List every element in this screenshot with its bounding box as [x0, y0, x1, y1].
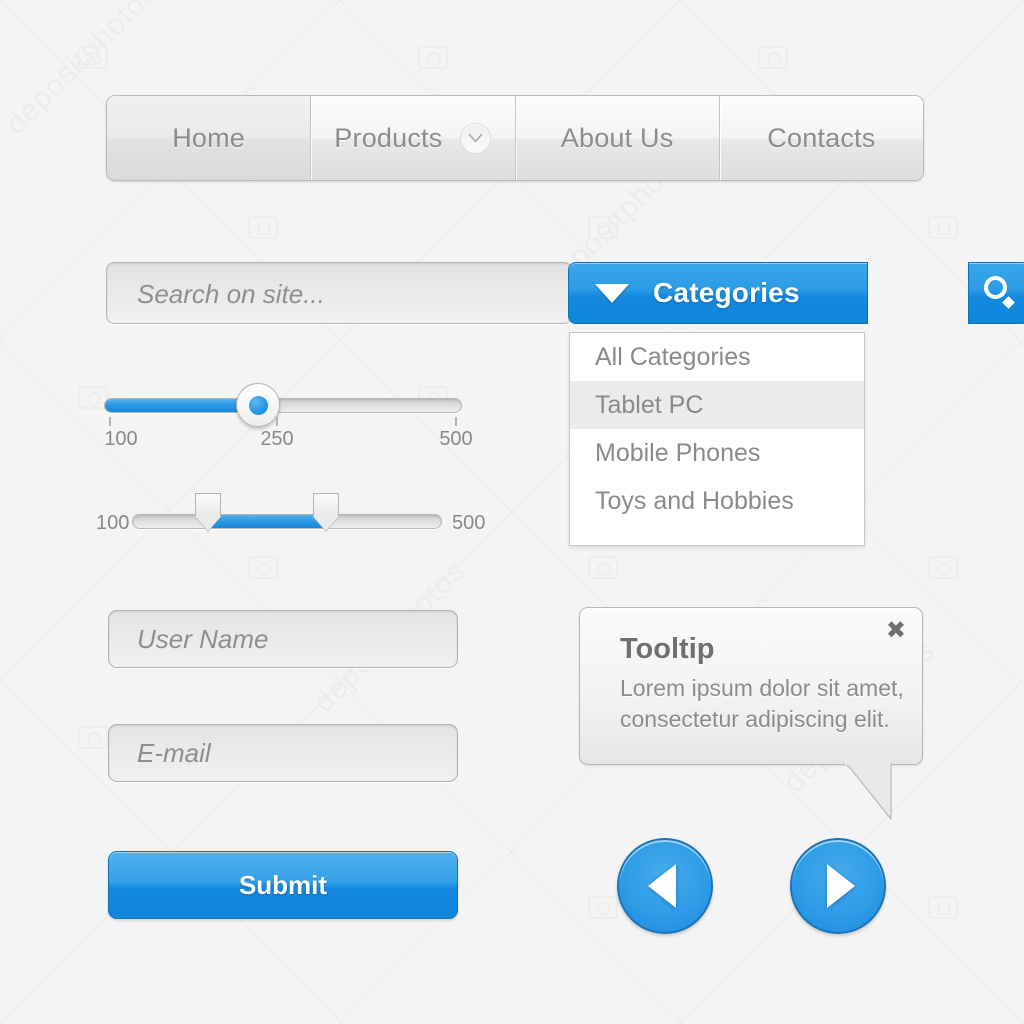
username-input[interactable] [109, 611, 457, 667]
dropdown-item-all-categories[interactable]: All Categories [570, 333, 864, 381]
range-slider-handle-high[interactable] [313, 493, 339, 531]
email-field-container[interactable] [108, 724, 458, 782]
range-slider-track[interactable] [132, 493, 442, 531]
tooltip-title: Tooltip [620, 633, 715, 665]
main-navigation-bar: Home Products About Us Contacts [106, 95, 924, 181]
submit-button[interactable]: Submit [108, 851, 458, 919]
dropdown-item-label: All Categories [595, 342, 751, 371]
search-bar: Categories [106, 262, 1024, 325]
email-input[interactable] [109, 725, 457, 781]
slider-label-mid: 250 [260, 428, 294, 450]
slider-handle-dot [248, 395, 268, 415]
dropdown-item-tablet-pc[interactable]: Tablet PC [570, 381, 864, 429]
range-slider-fill [207, 515, 325, 528]
slider-tick [276, 417, 278, 426]
categories-dropdown-button[interactable]: Categories [568, 262, 868, 324]
close-icon[interactable]: ✖ [886, 618, 906, 642]
slider-tick-labels: 100 250 500 [104, 428, 472, 454]
search-input-container[interactable] [106, 262, 572, 325]
tooltip-tail [844, 759, 892, 820]
slider-tick [109, 417, 111, 426]
dropdown-item-mobile-phones[interactable]: Mobile Phones [570, 429, 864, 477]
arrow-right-icon [827, 864, 855, 908]
categories-label: Categories [653, 277, 800, 308]
slider-label-min: 100 [104, 428, 138, 450]
dropdown-item-toys-and-hobbies[interactable]: Toys and Hobbies [570, 477, 864, 525]
nav-item-products[interactable]: Products [310, 96, 515, 180]
nav-item-home[interactable]: Home [107, 96, 311, 180]
slider-fill [105, 399, 255, 412]
nav-item-label: Contacts [767, 122, 876, 153]
search-input[interactable] [135, 263, 559, 325]
dropdown-item-label: Tablet PC [595, 390, 704, 419]
dropdown-item-label: Toys and Hobbies [595, 486, 794, 515]
range-slider[interactable]: 100 500 [96, 493, 485, 546]
nav-item-label: Home [172, 122, 246, 153]
previous-button[interactable] [617, 838, 713, 934]
chevron-down-icon [460, 122, 492, 154]
nav-item-label: About Us [560, 122, 674, 153]
tooltip-body-text: Lorem ipsum dolor sit amet, consectetur … [620, 675, 904, 732]
dropdown-item-label: Mobile Phones [595, 438, 761, 467]
single-value-slider[interactable]: 100 250 500 [104, 383, 473, 454]
range-slider-label-min: 100 [96, 512, 130, 534]
slider-tick [455, 417, 457, 426]
slider-track[interactable] [104, 383, 462, 427]
nav-item-about-us[interactable]: About Us [514, 96, 719, 180]
arrow-left-icon [648, 864, 676, 908]
range-slider-label-max: 500 [452, 512, 486, 534]
nav-item-contacts[interactable]: Contacts [718, 96, 923, 180]
slider-label-max: 500 [439, 428, 473, 450]
search-submit-button[interactable] [968, 262, 1024, 324]
range-slider-handle-low[interactable] [195, 493, 221, 531]
triangle-down-icon [595, 283, 629, 303]
nav-item-label: Products [334, 122, 443, 153]
slider-tick-marks [104, 417, 464, 427]
tooltip-panel: ✖ Tooltip Lorem ipsum dolor sit amet, co… [579, 607, 923, 765]
username-field-container[interactable] [108, 610, 458, 668]
next-button[interactable] [790, 838, 886, 934]
magnifier-icon [982, 276, 1016, 310]
categories-dropdown-list: All Categories Tablet PC Mobile Phones T… [569, 332, 865, 546]
